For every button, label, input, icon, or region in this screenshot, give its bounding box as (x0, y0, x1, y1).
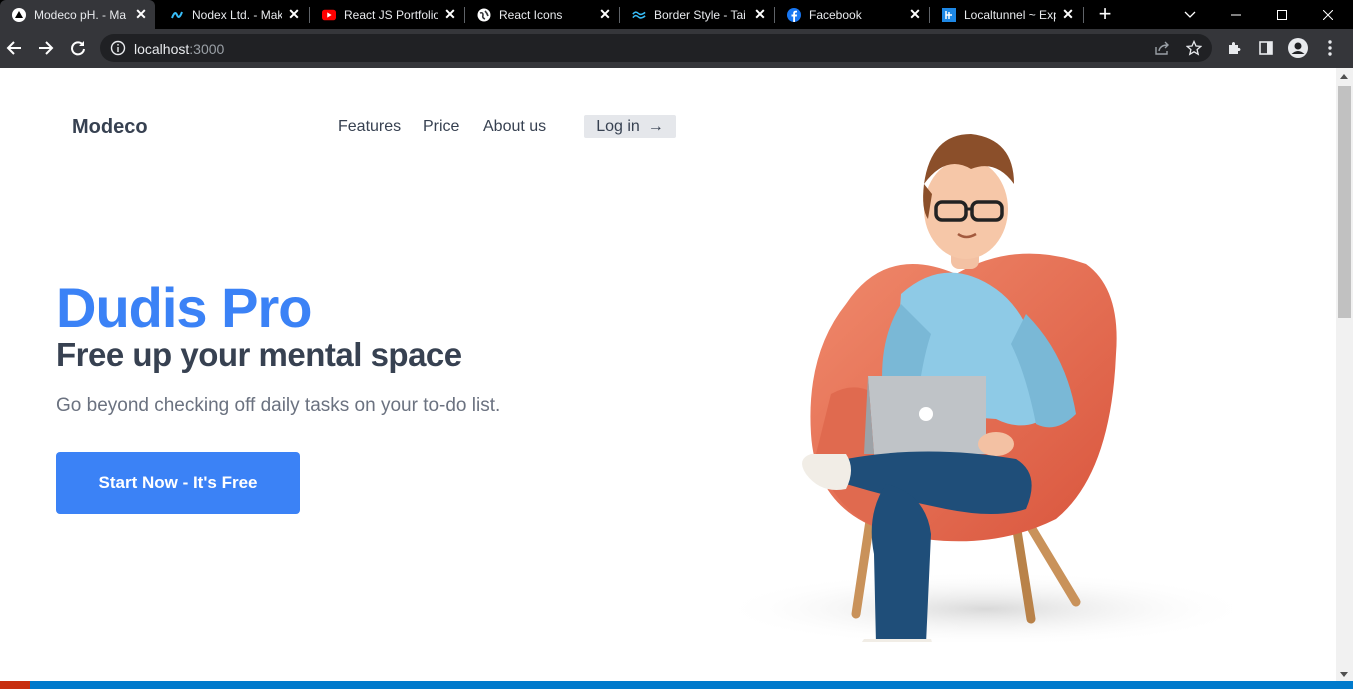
nav-link-price[interactable]: Price (423, 118, 459, 136)
login-label: Log in (596, 117, 640, 135)
tab-localtunnel[interactable]: Localtunnel ~ Exp ✕ (930, 0, 1082, 29)
tab-separator (619, 7, 620, 23)
browser-tab-strip: Modeco pH. - Ma ✕ Nodex Ltd. - Mak ✕ Rea… (0, 0, 1353, 29)
close-icon[interactable]: ✕ (133, 6, 149, 23)
tab-label: Facebook (809, 7, 862, 22)
hero-illustration (716, 134, 1256, 642)
tab-label: Modeco pH. - Ma (34, 7, 127, 22)
scrollbar-thumb[interactable] (1338, 86, 1351, 318)
login-button[interactable]: Log in → (584, 115, 676, 138)
close-icon[interactable]: ✕ (1060, 6, 1076, 23)
tab-separator (464, 7, 465, 23)
remote-indicator[interactable] (0, 681, 30, 689)
close-icon[interactable]: ✕ (442, 6, 458, 23)
facebook-icon (787, 7, 801, 22)
tab-label: Border Style - Tai (654, 7, 746, 22)
minimize-button[interactable] (1213, 0, 1259, 29)
share-icon[interactable] (1152, 38, 1172, 58)
bookmark-star-icon[interactable] (1184, 38, 1204, 58)
nav-link-features[interactable]: Features (338, 118, 401, 136)
tab-label: React JS Portfolio (344, 7, 438, 22)
tab-separator (774, 7, 775, 23)
youtube-icon (322, 8, 336, 22)
triangle-logo-icon (12, 7, 26, 22)
tailwind-icon (632, 8, 646, 22)
maximize-button[interactable] (1259, 0, 1305, 29)
side-panel-icon[interactable] (1256, 38, 1276, 58)
url-port: :3000 (189, 41, 225, 57)
page-viewport: Modeco Features Price About us Log in → … (0, 68, 1336, 681)
scroll-down-arrow-icon[interactable] (1340, 672, 1348, 677)
close-icon[interactable]: ✕ (907, 6, 923, 23)
close-window-button[interactable] (1305, 0, 1351, 29)
site-info-icon[interactable] (110, 40, 126, 56)
reload-button[interactable] (67, 37, 89, 59)
url-text: localhost:3000 (134, 41, 224, 57)
tab-label: React Icons (499, 7, 563, 22)
globe-icon (477, 8, 491, 22)
editor-status-bar (0, 681, 1353, 689)
page-scrollbar[interactable] (1336, 68, 1353, 681)
browser-toolbar: localhost:3000 (0, 29, 1353, 68)
tab-facebook[interactable]: Facebook ✕ (775, 0, 929, 29)
tab-border-style[interactable]: Border Style - Tai ✕ (620, 0, 774, 29)
hero-description: Go beyond checking off daily tasks on yo… (56, 395, 501, 416)
nav-link-about-us[interactable]: About us (483, 118, 546, 136)
hero-title: Dudis Pro (56, 276, 312, 339)
brand-logo[interactable]: Modeco (72, 116, 148, 139)
forward-button[interactable] (35, 37, 57, 59)
localtunnel-icon (942, 7, 956, 22)
scroll-up-arrow-icon[interactable] (1340, 74, 1348, 79)
hero-subtitle: Free up your mental space (56, 336, 462, 373)
close-icon[interactable]: ✕ (597, 6, 613, 23)
tab-label: Localtunnel ~ Exp (964, 7, 1056, 22)
tab-react-portfolio[interactable]: React JS Portfolio ✕ (310, 0, 464, 29)
new-tab-button[interactable]: + (1094, 3, 1116, 25)
back-button[interactable] (3, 37, 25, 59)
tab-separator (1083, 7, 1084, 23)
tab-react-icons[interactable]: React Icons ✕ (465, 0, 619, 29)
profile-avatar-icon[interactable] (1288, 38, 1308, 58)
nodex-logo-icon (170, 8, 184, 22)
close-icon[interactable]: ✕ (286, 6, 302, 23)
arrow-right-icon: → (647, 117, 664, 135)
tab-label: Nodex Ltd. - Mak (192, 7, 282, 22)
tab-separator (309, 7, 310, 23)
extensions-icon[interactable] (1224, 38, 1244, 58)
start-now-button[interactable]: Start Now - It's Free (56, 452, 300, 514)
close-icon[interactable]: ✕ (752, 6, 768, 23)
tab-separator (929, 7, 930, 23)
url-host: localhost (134, 41, 190, 57)
tab-search-button[interactable] (1167, 0, 1213, 29)
menu-kebab-icon[interactable] (1320, 38, 1340, 58)
address-bar[interactable]: localhost:3000 (100, 34, 1212, 62)
tab-nodex[interactable]: Nodex Ltd. - Mak ✕ (158, 0, 308, 29)
tab-modeco[interactable]: Modeco pH. - Ma ✕ (0, 0, 155, 29)
